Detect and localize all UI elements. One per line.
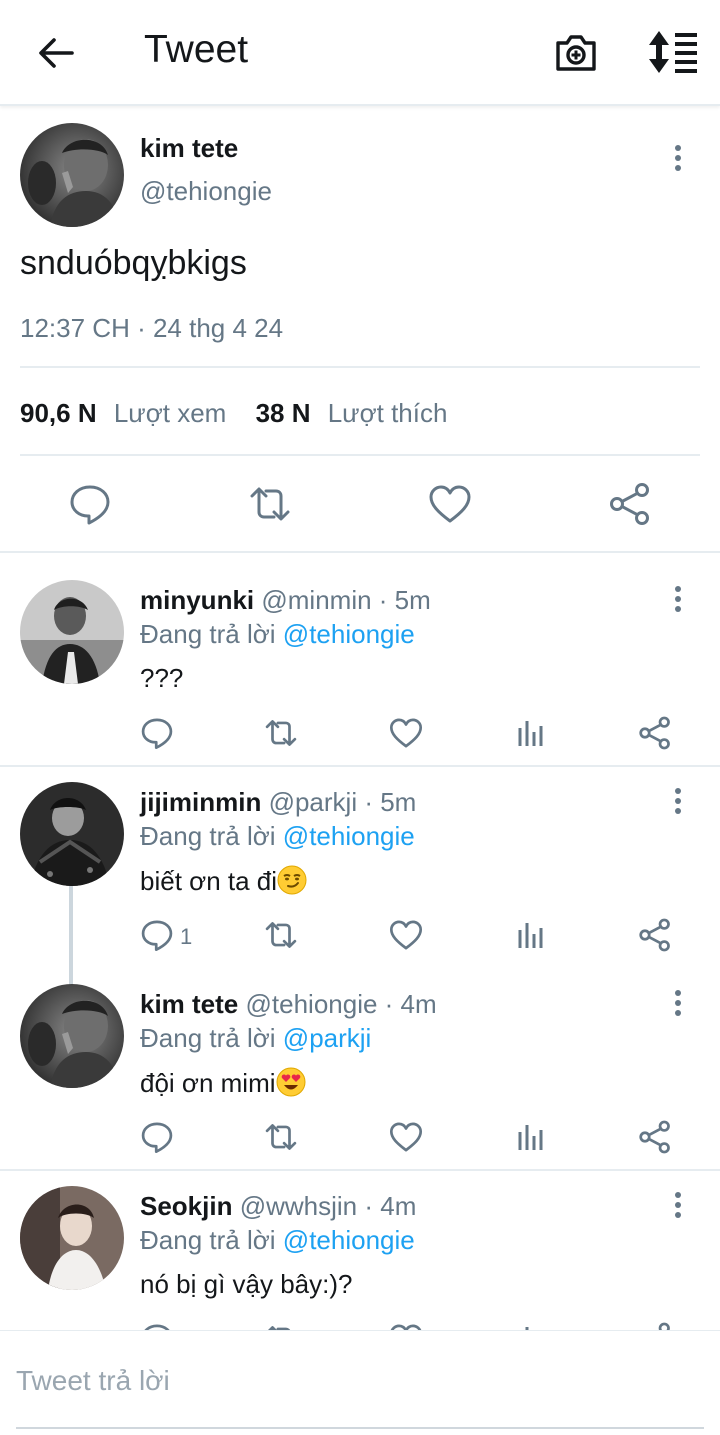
more-options-icon[interactable]: [666, 585, 690, 613]
reply-author-name[interactable]: kim tete: [140, 989, 238, 1019]
tweet-stats: 90,6 N Lượt xem 38 N Lượt thích: [20, 398, 447, 429]
tweet-text: snduóbqỵbkigs: [20, 244, 247, 282]
reply-text: nó bị gì vậy bây:)?: [140, 1269, 353, 1299]
reply-author-handle[interactable]: @tehiongie · 4m: [246, 989, 437, 1019]
share-icon[interactable]: [638, 716, 672, 750]
more-options-icon[interactable]: [666, 787, 690, 815]
reply-composer[interactable]: Tweet trả lời: [0, 1330, 720, 1435]
replying-to-prefix: Đang trả lời: [140, 1225, 276, 1255]
like-heart-icon[interactable]: [389, 716, 423, 750]
views-count: 90,6 N: [20, 398, 97, 428]
more-options-icon[interactable]: [666, 1191, 690, 1219]
reply-text: ???: [140, 663, 184, 693]
reply-author-handle[interactable]: @parkji · 5m: [269, 787, 417, 817]
mention-link[interactable]: @tehiongie: [283, 1225, 415, 1255]
reply-text: đội ơn mimi: [140, 1068, 276, 1098]
retweet-icon[interactable]: [264, 1322, 298, 1330]
like-heart-icon[interactable]: [389, 1120, 423, 1154]
input-underline: [16, 1427, 704, 1429]
analytics-icon[interactable]: [514, 1120, 548, 1154]
author-handle[interactable]: @tehiongie: [140, 176, 272, 207]
author-avatar[interactable]: [20, 123, 124, 227]
replying-to: Đang trả lời @tehiongie: [140, 619, 415, 650]
analytics-icon[interactable]: [514, 716, 548, 750]
views-label[interactable]: Lượt xem: [114, 398, 226, 428]
replying-to-prefix: Đang trả lời: [140, 1023, 276, 1053]
camera-add-icon[interactable]: [553, 29, 599, 75]
reply-input[interactable]: Tweet trả lời: [16, 1365, 170, 1397]
reply-author-handle[interactable]: @minmin · 5m: [261, 585, 430, 615]
share-icon[interactable]: [638, 918, 672, 952]
like-heart-icon[interactable]: [428, 482, 472, 526]
like-heart-icon[interactable]: [389, 918, 423, 952]
mention-link[interactable]: @tehiongie: [283, 821, 415, 851]
reply-text-row: đội ơn mimi: [140, 1067, 306, 1099]
likes-count: 38 N: [255, 398, 311, 428]
replying-to: Đang trả lời @tehiongie: [140, 1225, 415, 1256]
retweet-icon[interactable]: [264, 1120, 298, 1154]
replying-to: Đang trả lời @parkji: [140, 1023, 371, 1054]
replying-to-prefix: Đang trả lời: [140, 619, 276, 649]
reply-author-handle[interactable]: @wwhsjin · 4m: [240, 1191, 417, 1221]
retweet-icon[interactable]: [264, 918, 298, 952]
reply-text: biết ơn ta đi: [140, 866, 278, 896]
retweet-icon[interactable]: [264, 716, 298, 750]
analytics-icon[interactable]: [514, 918, 548, 952]
more-options-icon[interactable]: [666, 989, 690, 1017]
reply-avatar[interactable]: [20, 580, 124, 684]
main-tweet: kim tete @tehiongie snduóbqỵbkigs 12:37 …: [0, 108, 720, 553]
reply-header: kim tete @tehiongie · 4m: [140, 989, 437, 1020]
reply-icon[interactable]: [140, 1120, 174, 1154]
reply-icon[interactable]: [140, 1322, 174, 1330]
reply-icon[interactable]: [68, 482, 112, 526]
mention-link[interactable]: @parkji: [283, 1023, 372, 1053]
reply-text-row: biết ơn ta đi: [140, 865, 307, 897]
reply-header: jijiminmin @parkji · 5m: [140, 787, 416, 818]
back-arrow-icon[interactable]: [34, 31, 78, 75]
reply-icon[interactable]: [140, 918, 174, 952]
reply-tweet[interactable]: jijiminmin @parkji · 5m Đang trả lời @te…: [0, 757, 720, 957]
reply-avatar[interactable]: [20, 782, 124, 886]
top-app-bar: Tweet: [0, 0, 720, 106]
share-icon[interactable]: [638, 1120, 672, 1154]
divider: [20, 366, 700, 368]
analytics-icon[interactable]: [514, 1322, 548, 1330]
heart-eyes-emoji-icon: [276, 1067, 306, 1097]
likes-label[interactable]: Lượt thích: [328, 398, 448, 428]
share-icon[interactable]: [608, 482, 652, 526]
reply-count: 1: [180, 924, 193, 949]
divider: [20, 454, 700, 456]
smirk-emoji-icon: [277, 865, 307, 895]
tweet-timestamp: 12:37 CH · 24 thg 4 24: [20, 313, 284, 343]
like-heart-icon[interactable]: [389, 1322, 423, 1330]
reply-tweet[interactable]: Seokjin @wwhsjin · 4m Đang trả lời @tehi…: [0, 1161, 720, 1330]
sort-replies-icon[interactable]: [645, 29, 699, 75]
reply-avatar[interactable]: [20, 1186, 124, 1290]
reply-header: minyunki @minmin · 5m: [140, 585, 431, 616]
mention-link[interactable]: @tehiongie: [283, 619, 415, 649]
share-icon[interactable]: [638, 1322, 672, 1330]
more-options-icon[interactable]: [666, 144, 690, 172]
reply-author-name[interactable]: Seokjin: [140, 1191, 232, 1221]
reply-author-name[interactable]: jijiminmin: [140, 787, 261, 817]
reply-icon[interactable]: [140, 716, 174, 750]
replying-to: Đang trả lời @tehiongie: [140, 821, 415, 852]
author-name[interactable]: kim tete: [140, 133, 238, 164]
reply-tweet[interactable]: kim tete @tehiongie · 4m Đang trả lời @p…: [0, 959, 720, 1169]
page-title: Tweet: [144, 28, 249, 71]
retweet-icon[interactable]: [248, 482, 292, 526]
reply-author-name[interactable]: minyunki: [140, 585, 254, 615]
replying-to-prefix: Đang trả lời: [140, 821, 276, 851]
reply-tweet[interactable]: minyunki @minmin · 5m Đang trả lời @tehi…: [0, 555, 720, 765]
reply-avatar[interactable]: [20, 984, 124, 1088]
reply-header: Seokjin @wwhsjin · 4m: [140, 1191, 416, 1222]
